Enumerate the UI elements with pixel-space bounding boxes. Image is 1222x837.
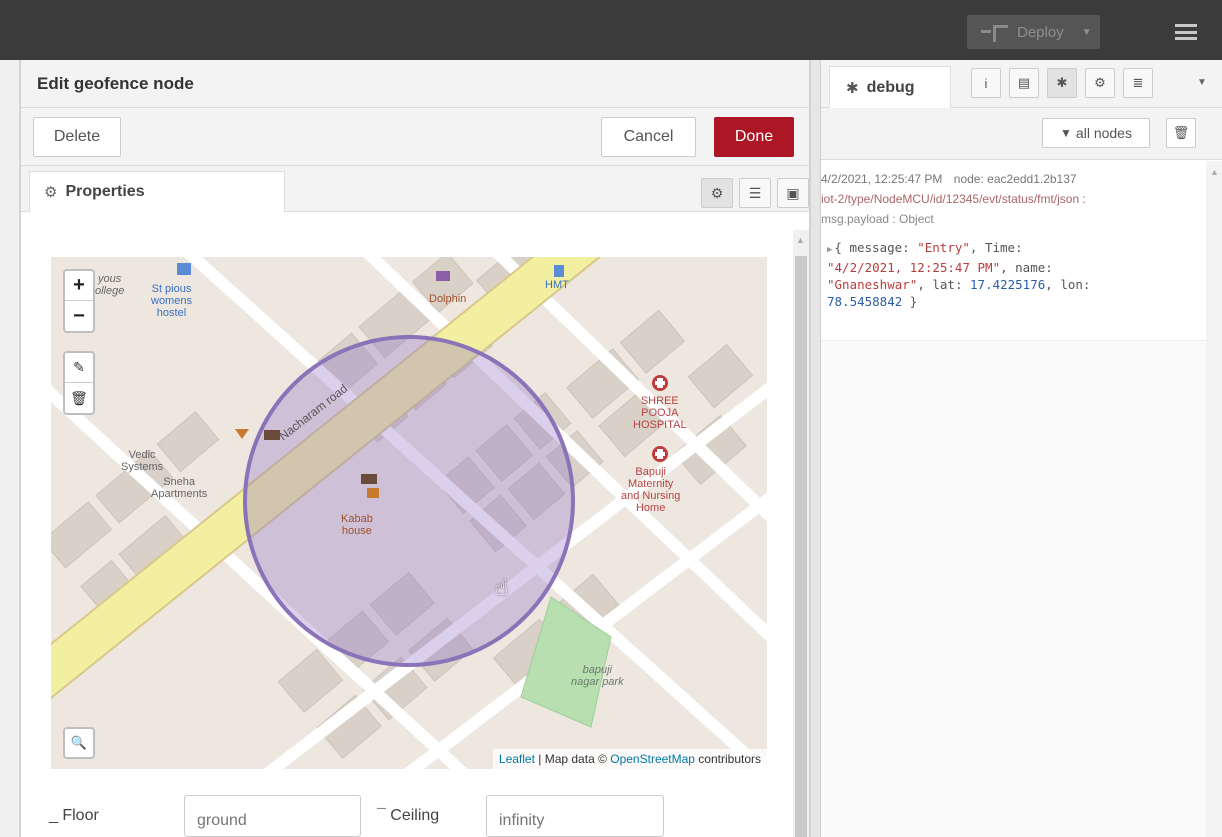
payload-string: "Gnaneshwar" (827, 277, 918, 292)
payload-text: } (902, 294, 918, 309)
scroll-up-icon[interactable]: ▲ (1210, 167, 1219, 177)
floor-input[interactable] (184, 795, 361, 837)
floor-ceiling-row: _ Floor ¯ Ceiling (21, 785, 791, 837)
payload-text: , lat: (917, 277, 970, 292)
payload-number: 78.5458842 (827, 294, 903, 309)
tab-debug[interactable]: ✱ debug (829, 66, 951, 109)
settings-tab-icon[interactable]: ⚙ (701, 178, 733, 208)
leaflet-link[interactable]: Leaflet (499, 752, 535, 766)
flow-canvas-edge (0, 60, 20, 837)
gear-icon: ⚙ (44, 184, 58, 201)
payload-text: , lon: (1045, 277, 1091, 292)
draw-control: ✎ 🗑 (63, 351, 95, 415)
tray-scroll-thumb[interactable] (795, 256, 807, 837)
message-node[interactable]: node: eac2edd1.2b137 (954, 172, 1077, 186)
tab-properties[interactable]: ⚙ Properties (29, 171, 285, 213)
payload-text: , Time: (969, 240, 1023, 255)
deploy-dropdown-icon[interactable]: ▼ (1082, 27, 1092, 38)
map-label-park: bapuji nagar park (571, 664, 624, 688)
map-label-shree-hospital: SHREE POOJA HOSPITAL (633, 395, 687, 431)
map-label-hmt: HMT (545, 279, 569, 291)
deploy-icon (981, 25, 1008, 42)
delete-layers-icon[interactable]: 🗑 (65, 383, 93, 413)
debug-scrollbar[interactable]: ▲ (1206, 161, 1222, 837)
top-header-bar: Deploy ▼ (0, 0, 1222, 60)
ceiling-label: ¯ Ceiling (377, 807, 440, 824)
expand-arrow-icon[interactable]: ▶ (827, 245, 832, 255)
scroll-up-icon[interactable]: ▲ (796, 235, 805, 245)
map-label-kabab: Kabab house (341, 513, 373, 537)
payload-text: { message: (834, 240, 918, 255)
payload-text: , name: (1000, 260, 1053, 275)
map-label-hostel: St pious womens hostel (151, 283, 192, 319)
map-label-bapuji-maternity: Bapuji Maternity and Nursing Home (621, 466, 681, 514)
tab-properties-label: Properties (65, 183, 145, 200)
deploy-label: Deploy (1017, 23, 1064, 41)
payload-string: "Entry" (917, 240, 970, 255)
sidebar-menu-chevron-icon[interactable]: ▼ (1197, 77, 1207, 88)
map-label-dolphin: Dolphin (429, 293, 467, 305)
message-type: msg.payload : Object (821, 212, 934, 226)
osm-link[interactable]: OpenStreetMap (610, 752, 695, 766)
main-menu-icon[interactable] (1175, 24, 1197, 40)
sidebar-resize-handle[interactable] (810, 60, 820, 837)
filter-nodes-button[interactable]: ▼ all nodes (1042, 118, 1150, 148)
floor-label: _ Floor (49, 807, 99, 824)
debug-toolbar: ▼ all nodes 🗑 (821, 108, 1222, 160)
ceiling-input[interactable] (486, 795, 664, 837)
zoom-out-button[interactable]: − (65, 301, 93, 331)
bug-icon: ✱ (846, 79, 859, 97)
floor-label-text: Floor (62, 807, 99, 824)
edit-layers-icon[interactable]: ✎ (65, 353, 93, 383)
payload-string: "4/2/2021, 12:25:47 PM" (827, 260, 1001, 275)
map-label-college: yous ollege (95, 273, 125, 297)
help-book-icon[interactable]: ▤ (1009, 68, 1039, 98)
tab-debug-label: debug (866, 78, 915, 96)
search-icon[interactable]: 🔍 (63, 727, 95, 759)
debug-message[interactable]: 4/2/2021, 12:25:47 PM node: eac2edd1.2b1… (821, 161, 1206, 341)
geofence-map[interactable]: yous ollege St pious womens hostel Dolphin … (51, 257, 767, 769)
message-timestamp: 4/2/2021, 12:25:47 PM (821, 172, 943, 186)
tray-tabs: ⚙ Properties ⚙ ☰ ▣ (21, 166, 809, 213)
delete-button[interactable]: Delete (33, 117, 121, 157)
ceiling-label-text: Ceiling (390, 807, 440, 824)
attribution-text: | Map data © (534, 752, 611, 766)
done-button[interactable]: Done (714, 117, 794, 157)
message-topic: iot-2/type/NodeMCU/id/12345/evt/status/f… (821, 192, 1086, 206)
tray-scrollbar[interactable]: ▲ (793, 230, 809, 837)
zoom-control: + − (63, 269, 95, 333)
debug-bug-icon[interactable]: ✱ (1047, 68, 1077, 98)
filter-label: all nodes (1075, 125, 1132, 141)
message-meta: 4/2/2021, 12:25:47 PM node: eac2edd1.2b1… (821, 169, 1206, 189)
description-tab-icon[interactable]: ☰ (739, 178, 771, 208)
debug-sidebar: ✱ debug i ▤ ✱ ⚙ ≣ ▼ ▼ all nodes 🗑 4/2/20… (820, 60, 1222, 837)
edit-node-tray: Edit geofence node Delete Cancel Done ⚙ … (20, 60, 810, 837)
filter-icon: ▼ (1060, 126, 1072, 140)
pointer-cursor-icon: ☝ (495, 575, 509, 600)
appearance-tab-icon[interactable]: ▣ (777, 178, 809, 208)
clear-log-icon[interactable]: 🗑 (1166, 118, 1196, 148)
debug-empty-area (821, 341, 1206, 837)
sidebar-tabs: ✱ debug i ▤ ✱ ⚙ ≣ ▼ (821, 60, 1222, 109)
attribution-contributors: contributors (694, 752, 761, 766)
info-icon[interactable]: i (971, 68, 1001, 98)
config-gear-icon[interactable]: ⚙ (1085, 68, 1115, 98)
map-label-sneha: Sneha Apartments (151, 476, 208, 500)
tray-toolbar: Delete Cancel Done (21, 108, 809, 166)
deploy-button[interactable]: Deploy ▼ (967, 15, 1100, 49)
message-payload[interactable]: ▶{ message: "Entry", Time: "4/2/2021, 12… (821, 239, 1206, 310)
cancel-button[interactable]: Cancel (601, 117, 696, 157)
map-label-vedic: Vedic Systems (121, 449, 164, 473)
payload-number: 17.4225176 (970, 277, 1046, 292)
map-attribution: Leaflet | Map data © OpenStreetMap contr… (492, 749, 767, 769)
tray-title: Edit geofence node (21, 60, 809, 108)
context-data-icon[interactable]: ≣ (1123, 68, 1153, 98)
zoom-in-button[interactable]: + (65, 271, 93, 301)
